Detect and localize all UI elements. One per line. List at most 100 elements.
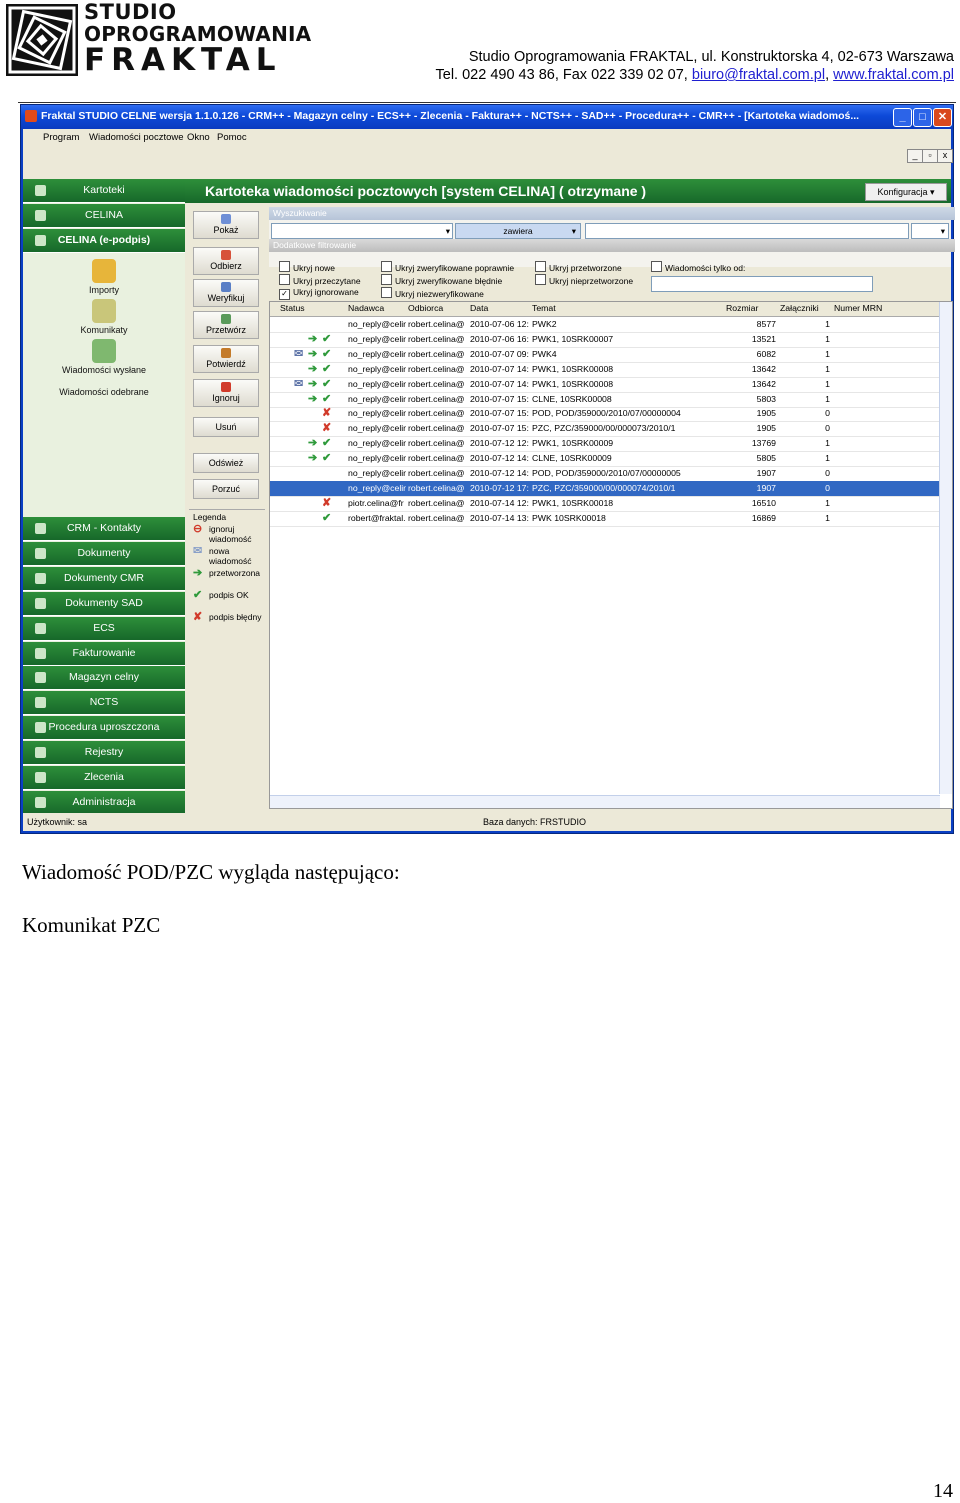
search-input[interactable] [585, 223, 909, 239]
nav-item-3[interactable]: Dokumenty SAD [23, 591, 185, 616]
cell-from: no_reply@celin [348, 408, 406, 419]
filter-checkbox-2[interactable]: ✓ Ukryj ignorowane [279, 287, 359, 300]
email-link[interactable]: biuro@fraktal.com.pl [692, 67, 825, 83]
nav-item-11[interactable]: Administracja [23, 790, 185, 815]
filter-label: Ukryj zweryfikowane poprawnie [395, 263, 515, 273]
nav-sub-odebrane[interactable]: Wiadomości odebrane [43, 379, 165, 415]
horizontal-scrollbar[interactable] [270, 795, 940, 808]
table-row[interactable]: ➔ ✔ no_reply@celin robert.celina@ 2010-07-07… [270, 362, 940, 378]
nav-item-6[interactable]: Magazyn celny [23, 666, 185, 691]
filter-checkbox-0[interactable]: Ukryj nowe [279, 261, 335, 273]
menu-pomoc[interactable]: Pomoc [217, 132, 247, 143]
nav-item-1[interactable]: Dokumenty [23, 541, 185, 566]
nav-item-9[interactable]: Rejestry [23, 741, 185, 766]
checkbox-box[interactable] [381, 261, 392, 272]
search-operator-select[interactable]: zawiera ▾ [455, 223, 581, 239]
cell-to: robert.celina@ [408, 363, 465, 374]
checkbox-box[interactable] [279, 261, 290, 272]
sender-filter-input[interactable] [651, 276, 873, 292]
table-row[interactable]: ➔ ✔ no_reply@celin robert.celina@ 2010-07-06… [270, 332, 940, 348]
menu-wiadomosci[interactable]: Wiadomości pocztowe [89, 132, 184, 143]
mdi-restore-button[interactable]: ▫ [922, 149, 938, 163]
action-button-3[interactable]: Przetwórz [193, 311, 259, 339]
checkbox-box[interactable] [381, 287, 392, 298]
filter-checkbox-7[interactable]: Ukryj nieprzetworzone [535, 274, 633, 286]
table-row[interactable]: no_reply@celin robert.celina@ 2010-07-12 1… [270, 466, 940, 482]
table-row[interactable]: ✘ no_reply@celin robert.celina@ 2010-07-07 … [270, 406, 940, 423]
filter-checkbox-5[interactable]: Ukryj niezweryfikowane [381, 287, 484, 299]
filter-checkbox-8[interactable]: Wiadomości tylko od: [651, 261, 745, 273]
filter-checkbox-4[interactable]: Ukryj zweryfikowane błędnie [381, 274, 502, 286]
nav-item-0[interactable]: CRM - Kontakty [23, 517, 185, 541]
checkbox-box[interactable] [651, 261, 662, 272]
checkbox-box[interactable] [535, 261, 546, 272]
nav-item-4[interactable]: ECS [23, 616, 185, 641]
maximize-button[interactable]: □ [913, 108, 932, 127]
mdi-minimize-button[interactable]: _ [907, 149, 923, 163]
nav-item-5[interactable]: Fakturowanie [23, 641, 185, 666]
column-header-1[interactable]: Nadawca [348, 303, 384, 313]
cell-attachments: 1 [825, 378, 830, 389]
nav-item-7[interactable]: NCTS [23, 691, 185, 716]
table-row[interactable]: ✘ piotr.celina@fr robert.celina@ 2010-07-14… [270, 496, 940, 512]
close-button[interactable]: ✕ [933, 108, 952, 127]
nav-kartoteki[interactable]: Kartoteki [23, 179, 185, 203]
table-row[interactable]: ➔ ✔ no_reply@celin robert.celina@ 2010-07-12… [270, 436, 940, 453]
vertical-scrollbar[interactable] [939, 302, 952, 794]
action-button-6[interactable]: Usuń [193, 417, 259, 437]
minimize-button[interactable]: _ [893, 108, 912, 127]
checkbox-box[interactable] [535, 274, 546, 285]
column-header-6[interactable]: Załączniki [780, 303, 819, 313]
processed-arrow-icon: ➔ [308, 377, 318, 390]
checkbox-box[interactable]: ✓ [279, 289, 290, 300]
action-button-1[interactable]: Odbierz [193, 247, 259, 275]
table-row[interactable]: no_reply@celin robert.celina@ 2010-07-12 1… [270, 480, 940, 497]
nav-item-8[interactable]: Procedura uproszczona [23, 716, 185, 741]
action-button-8[interactable]: Porzuć [193, 479, 259, 499]
nav-item-2[interactable]: Dokumenty CMR [23, 566, 185, 591]
konfiguracja-button[interactable]: Konfiguracja ▾ [865, 183, 947, 201]
title-bar[interactable]: Fraktal STUDIO CELNE wersja 1.1.0.126 - … [21, 105, 953, 129]
menu-program[interactable]: Program [43, 132, 79, 143]
nav-sub-importy[interactable]: Importy [43, 259, 165, 295]
filter-checkbox-3[interactable]: Ukryj zweryfikowane poprawnie [381, 261, 514, 273]
action-button-0[interactable]: Pokaż [193, 211, 259, 239]
nav-sub-komunikaty[interactable]: Komunikaty [43, 299, 165, 335]
column-header-5[interactable]: Rozmiar [726, 303, 758, 313]
filter-checkbox-6[interactable]: Ukryj przetworzone [535, 261, 622, 273]
legend-item-1: ✉ nowa wiadomość [193, 546, 265, 567]
search-dropdown[interactable]: ▾ [911, 223, 949, 239]
action-button-2[interactable]: Weryfikuj [193, 279, 259, 307]
nav-sub-wyslane[interactable]: Wiadomości wysłane [43, 339, 165, 375]
table-row[interactable]: ✉ ➔ ✔ no_reply@celin robert.celina@ 2010-07-0… [270, 377, 940, 393]
mdi-close-button[interactable]: x [937, 149, 953, 163]
table-row[interactable]: ✔ robert@fraktal. robert.celina@ 2010-07-14… [270, 511, 940, 527]
table-row[interactable]: ✉ ➔ ✔ no_reply@celin robert.celina@ 2010-07-0… [270, 347, 940, 363]
nav-celina[interactable]: CELINA [23, 204, 185, 228]
table-row[interactable]: no_reply@celin robert.celina@ 2010-07-06 1… [270, 317, 940, 333]
table-row[interactable]: ➔ ✔ no_reply@celin robert.celina@ 2010-07-07… [270, 392, 940, 408]
status-bar: Użytkownik: sa Baza danych: FRSTUDIO [23, 813, 951, 831]
cell-size: 16869 [751, 512, 776, 523]
website-link[interactable]: www.fraktal.com.pl [833, 67, 954, 83]
action-button-7[interactable]: Odśwież [193, 453, 259, 473]
table-row[interactable]: ✘ no_reply@celin robert.celina@ 2010-07-07 … [270, 421, 940, 438]
processed-arrow-icon: ➔ [308, 332, 318, 345]
column-header-2[interactable]: Odbiorca [408, 303, 443, 313]
search-field-select[interactable]: ▾ [271, 223, 453, 239]
checkbox-box[interactable] [279, 274, 290, 285]
konfiguracja-label: Konfiguracja [877, 187, 928, 197]
column-header-4[interactable]: Temat [532, 303, 556, 313]
filter-checkbox-1[interactable]: Ukryj przeczytane [279, 274, 361, 286]
column-header-3[interactable]: Data [470, 303, 488, 313]
nav-item-10[interactable]: Zlecenia [23, 766, 185, 790]
table-row[interactable]: ➔ ✔ no_reply@celin robert.celina@ 2010-07-12… [270, 451, 940, 468]
nav-celina-epodpis[interactable]: CELINA (e-podpis) [23, 229, 185, 253]
column-header-7[interactable]: Numer MRN [834, 303, 882, 313]
cell-from: no_reply@celin [348, 438, 406, 449]
action-button-4[interactable]: Potwierdź [193, 345, 259, 373]
action-button-5[interactable]: Ignoruj [193, 379, 259, 407]
menu-okno[interactable]: Okno [187, 132, 210, 143]
column-header-0[interactable]: Status [280, 303, 305, 313]
checkbox-box[interactable] [381, 274, 392, 285]
